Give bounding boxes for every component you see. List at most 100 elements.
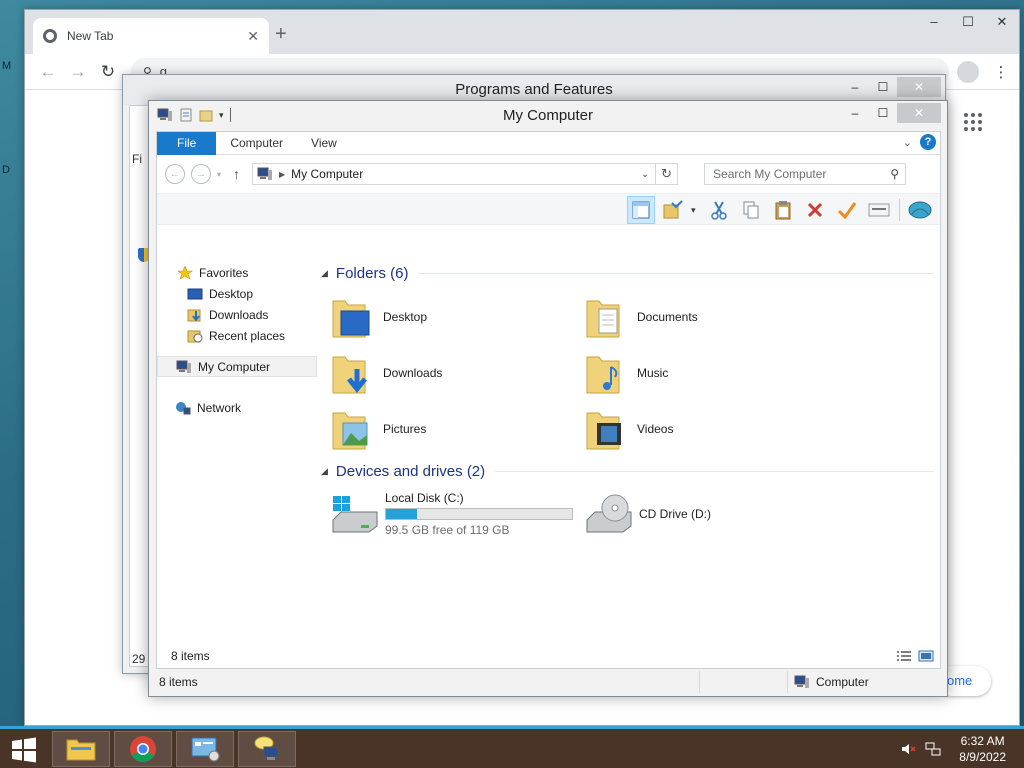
desktop-icon-label-fragment: M (2, 60, 12, 72)
rename-check-icon[interactable] (833, 196, 861, 224)
network-tray-icon[interactable] (925, 742, 941, 756)
item-count: 8 items (171, 649, 210, 663)
computer-icon (257, 167, 273, 180)
help-icon[interactable]: ? (920, 134, 936, 150)
desktop-icon (187, 288, 203, 299)
nav-network[interactable]: Network (157, 397, 317, 418)
nav-label: Favorites (199, 265, 249, 280)
google-apps-icon[interactable] (964, 113, 982, 131)
folder-music[interactable]: Music (585, 348, 839, 398)
reload-icon[interactable]: ↻ (93, 62, 123, 82)
tab-view[interactable]: View (297, 132, 351, 155)
taskbar-file-explorer[interactable] (52, 731, 110, 767)
select-dropdown-icon[interactable]: ▾ (691, 205, 701, 216)
tab-computer[interactable]: Computer (216, 132, 297, 155)
cut-icon[interactable] (705, 196, 733, 224)
status-item-count: 8 items (156, 671, 700, 693)
star-icon (177, 265, 193, 280)
details-view-icon[interactable] (896, 650, 912, 662)
ribbon: File Computer View ⌄ ? (157, 132, 940, 155)
folder-label: Documents (637, 310, 698, 324)
windows-start-icon[interactable] (6, 733, 42, 767)
address-bar-row: ← → ▾ ↑ ▶ My Computer ⌄ ↻ Search My Comp… (157, 155, 940, 193)
new-tab-button[interactable]: + (275, 24, 287, 44)
nav-recent-places[interactable]: Recent places (157, 325, 317, 346)
folder-label: Downloads (383, 366, 443, 380)
chrome-menu-icon[interactable]: ⋮ (991, 63, 1011, 81)
expand-ribbon-icon[interactable]: ⌄ (903, 136, 912, 149)
tab-close-icon[interactable]: ✕ (247, 28, 259, 45)
taskbar-network-app[interactable] (238, 731, 296, 767)
network-icon (176, 401, 191, 414)
large-icons-view-icon[interactable] (918, 650, 934, 662)
tab-file[interactable]: File (157, 132, 217, 155)
folder-pictures[interactable]: Pictures (331, 404, 585, 454)
recent-locations-icon[interactable]: ▾ (217, 170, 221, 179)
breadcrumb[interactable]: My Computer (291, 167, 363, 181)
group-header-folders[interactable]: ◢ Folders (6) (321, 262, 934, 284)
chrome-favicon-icon (43, 29, 57, 43)
refresh-icon[interactable]: ↻ (655, 164, 677, 184)
pf-label-fragment: Fi (132, 152, 142, 166)
up-arrow-icon[interactable]: ↑ (233, 166, 240, 182)
taskbar-clock[interactable]: 6:32 AM 8/9/2022 (959, 733, 1006, 765)
folder-videos[interactable]: Videos (585, 404, 839, 454)
paste-icon[interactable] (769, 196, 797, 224)
drive-cd-d[interactable]: CD Drive (D:) (585, 488, 839, 540)
network-globe-icon[interactable] (906, 196, 934, 224)
select-folder-icon[interactable] (659, 196, 687, 224)
maximize-button[interactable]: ☐ (869, 77, 897, 97)
breadcrumb-chevron-icon[interactable]: ▶ (279, 170, 285, 179)
folder-documents[interactable]: Documents (585, 292, 839, 342)
nav-label: My Computer (198, 359, 271, 374)
downloads-folder-icon (332, 356, 367, 394)
chrome-tab-new-tab[interactable]: New Tab ✕ (33, 18, 269, 54)
group-title: Devices and drives (2) (335, 462, 486, 480)
drive-free-space: 99.5 GB free of 119 GB (385, 523, 510, 537)
address-bar[interactable]: ▶ My Computer ⌄ ↻ (252, 163, 679, 185)
preview-pane-icon[interactable] (627, 196, 655, 224)
collapse-triangle-icon[interactable]: ◢ (321, 466, 328, 477)
status-zone-label: Computer (816, 675, 869, 689)
taskbar-chrome[interactable] (114, 731, 172, 767)
close-button[interactable]: ✕ (897, 77, 941, 97)
drive-name: Local Disk (C:) (385, 491, 464, 505)
nav-my-computer[interactable]: My Computer (157, 356, 317, 377)
mc-window-controls: – ☐ ✕ (841, 103, 941, 123)
minimize-button[interactable]: – (841, 103, 869, 123)
folder-downloads[interactable]: Downloads (331, 348, 585, 398)
network-sharing-icon (254, 736, 279, 760)
command-separator (899, 199, 900, 221)
taskbar-control-panel[interactable] (176, 731, 234, 767)
back-arrow-icon[interactable]: ← (33, 62, 63, 82)
minimize-button[interactable]: – (841, 77, 869, 97)
collapse-triangle-icon[interactable]: ◢ (321, 268, 328, 279)
file-explorer-icon (66, 739, 96, 761)
taskbar: 6:32 AM 8/9/2022 (0, 726, 1024, 768)
group-header-devices[interactable]: ◢ Devices and drives (2) (321, 460, 934, 482)
close-button[interactable]: ✕ (985, 10, 1019, 36)
folder-desktop[interactable]: Desktop (331, 292, 585, 342)
minimize-button[interactable]: – (917, 10, 951, 36)
forward-button-icon[interactable]: → (191, 164, 211, 184)
copy-icon[interactable] (737, 196, 765, 224)
volume-muted-icon[interactable] (901, 742, 917, 756)
nav-label: Desktop (209, 286, 254, 301)
nav-favorites[interactable]: Favorites (157, 262, 317, 283)
nav-downloads[interactable]: Downloads (157, 304, 317, 325)
drive-local-disk-c[interactable]: Local Disk (C:) 99.5 GB free of 119 GB (331, 488, 585, 540)
command-bar: ▾ (157, 193, 940, 225)
forward-arrow-icon[interactable]: → (63, 62, 93, 82)
nav-desktop[interactable]: Desktop (157, 283, 317, 304)
delete-icon[interactable] (801, 196, 829, 224)
properties-icon[interactable] (865, 196, 893, 224)
title-bar: ▾ My Computer – ☐ ✕ (149, 101, 947, 131)
chrome-tabstrip: New Tab ✕ + – ☐ ✕ (25, 10, 1019, 54)
close-button[interactable]: ✕ (897, 103, 941, 123)
back-button-icon[interactable]: ← (165, 164, 185, 184)
maximize-button[interactable]: ☐ (951, 10, 985, 36)
maximize-button[interactable]: ☐ (869, 103, 897, 123)
address-dropdown-icon[interactable]: ⌄ (635, 169, 655, 180)
search-input[interactable]: Search My Computer ⚲ (704, 163, 907, 185)
profile-icon[interactable] (957, 60, 979, 83)
